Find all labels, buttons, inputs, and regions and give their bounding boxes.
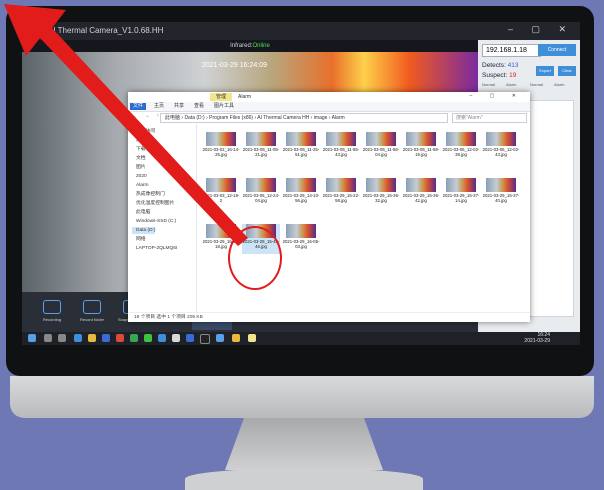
- annotation-overlay: [4, 4, 248, 246]
- red-arrow: [4, 4, 248, 246]
- highlight-circle: [228, 226, 282, 290]
